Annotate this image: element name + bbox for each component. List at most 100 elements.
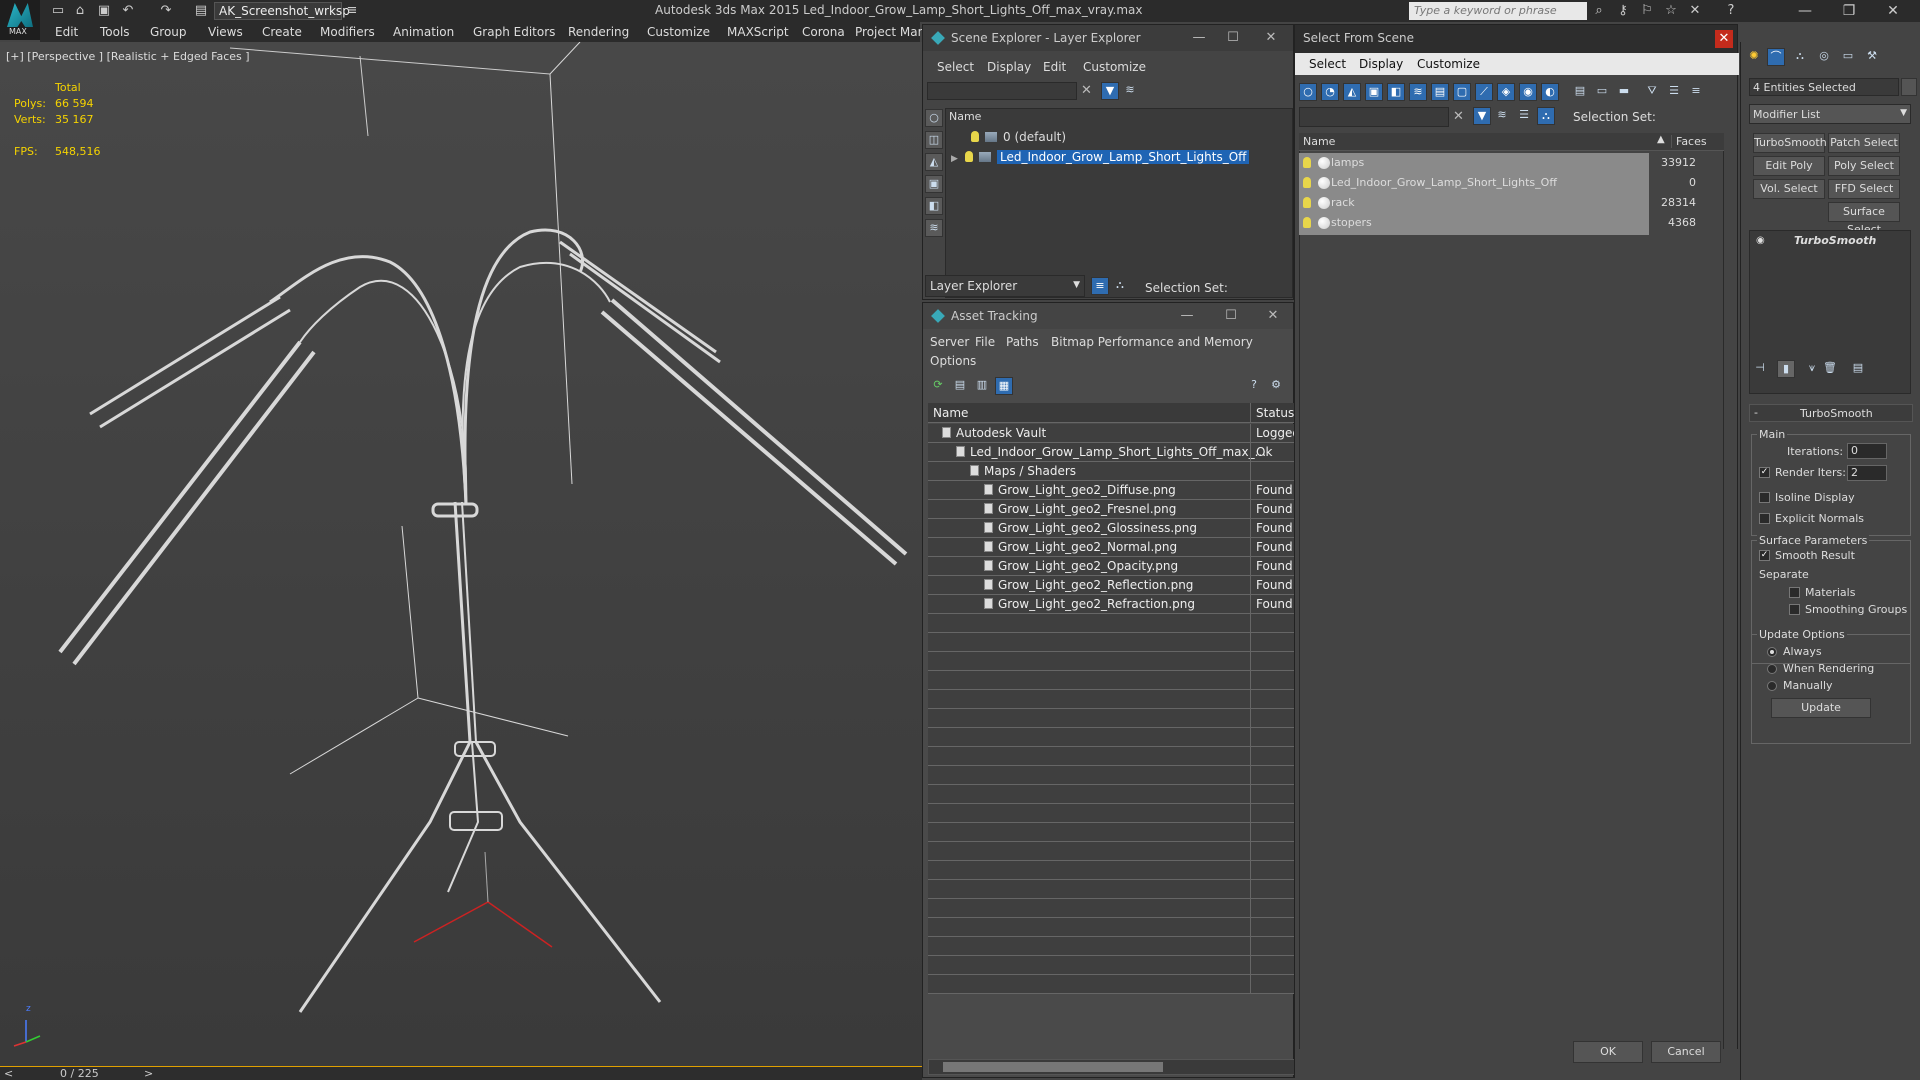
light-bulb-icon[interactable] [971, 131, 979, 142]
sfs-frozen-icon[interactable]: ◉ [1519, 83, 1537, 101]
at-col-status[interactable]: Status [1250, 403, 1294, 423]
motion-tab-icon[interactable]: ◎ [1815, 48, 1833, 66]
at-menu-file[interactable]: File [975, 335, 995, 349]
light-bulb-icon[interactable] [1303, 197, 1311, 208]
binoculars-icon[interactable]: ⌕ [1590, 3, 1608, 19]
menu-tools[interactable]: Tools [100, 25, 130, 39]
sfs-groups-icon[interactable]: ▤ [1431, 83, 1449, 101]
light-bulb-icon[interactable] [965, 151, 973, 162]
se-mode-dropdown[interactable]: Layer Explorer ▼ [925, 275, 1085, 297]
menu-animation[interactable]: Animation [393, 25, 454, 39]
sfs-col-name[interactable]: Name [1303, 135, 1335, 148]
sfs-geometry-icon[interactable]: ○ [1299, 83, 1317, 101]
at-settings-icon[interactable]: ⚙ [1267, 377, 1285, 395]
help-icon[interactable]: ? [1722, 3, 1740, 19]
se-search-input[interactable] [927, 82, 1077, 100]
sfs-containers-icon[interactable]: ◈ [1497, 83, 1515, 101]
at-refresh-icon[interactable]: ⟳ [929, 377, 947, 395]
at-menu-server[interactable]: Server [930, 335, 969, 349]
asset-row[interactable] [928, 861, 1295, 880]
scene-explorer-titlebar[interactable]: Scene Explorer - Layer Explorer — ☐ ✕ [923, 25, 1293, 51]
menu-modifiers[interactable]: Modifiers [320, 25, 375, 39]
materials-checkbox[interactable] [1789, 587, 1800, 598]
configure-sets-icon[interactable]: ▤ [1849, 360, 1867, 378]
modify-tab-icon[interactable]: ⌒ [1767, 48, 1785, 66]
se-layer-tools-icon[interactable]: ≋ [1121, 82, 1139, 100]
edit-poly-button[interactable]: Edit Poly [1753, 156, 1825, 176]
scene-explorer-maximize-icon[interactable]: ☐ [1219, 29, 1247, 47]
asset-row[interactable] [928, 709, 1295, 728]
workspace-menu-icon[interactable]: ≡ [344, 3, 360, 19]
layer-row[interactable]: 0 (default) [945, 128, 1291, 146]
sfs-menu-customize[interactable]: Customize [1417, 57, 1480, 71]
explicit-normals-checkbox[interactable] [1759, 513, 1770, 524]
at-thumbnail-icon[interactable]: ▥ [973, 377, 991, 395]
pin-stack-icon[interactable]: ⊣ [1751, 360, 1769, 378]
asset-tracking-minimize-icon[interactable]: — [1173, 307, 1201, 325]
asset-row[interactable] [928, 899, 1295, 918]
at-menu-bitmap[interactable]: Bitmap Performance and Memory [1051, 335, 1253, 349]
se-hierarchy-icon[interactable]: ⛬ [1111, 277, 1129, 295]
light-bulb-icon[interactable]: ◉ [1756, 235, 1765, 246]
create-tab-icon[interactable]: ✺ [1745, 48, 1763, 66]
se-menu-display[interactable]: Display [987, 60, 1031, 74]
sfs-cancel-button[interactable]: Cancel [1651, 1041, 1721, 1063]
asset-row[interactable]: Grow_Light_geo2_Fresnel.png Found [928, 500, 1295, 519]
viewport-label[interactable]: [+] [Perspective ] [Realistic + Edged Fa… [6, 50, 250, 63]
sfs-xrefs-icon[interactable]: ▢ [1453, 83, 1471, 101]
at-col-name[interactable]: Name [933, 406, 968, 420]
expand-arrow-icon[interactable]: ▶ [951, 150, 965, 168]
asset-row[interactable] [928, 690, 1295, 709]
scene-explorer-close-icon[interactable]: ✕ [1257, 29, 1285, 47]
undo-icon[interactable]: ↶ [120, 3, 136, 19]
asset-row[interactable]: Led_Indoor_Grow_Lamp_Short_Lights_Off_ma… [928, 443, 1295, 462]
se-display-lights-icon[interactable]: ◭ [925, 153, 943, 171]
asset-row[interactable] [928, 842, 1295, 861]
sfs-col-faces[interactable]: Faces [1671, 135, 1707, 148]
se-menu-edit[interactable]: Edit [1043, 60, 1066, 74]
workspace-dropdown[interactable]: AK_Screenshot_wrksp [214, 2, 350, 20]
stack-item-turbosmooth[interactable]: TurboSmooth [1794, 234, 1876, 247]
asset-tracking-close-icon[interactable]: ✕ [1259, 307, 1287, 325]
menu-views[interactable]: Views [208, 25, 243, 39]
asset-row[interactable]: Maps / Shaders [928, 462, 1295, 481]
asset-row[interactable] [928, 766, 1295, 785]
asset-row[interactable] [928, 918, 1295, 937]
open-folder-icon[interactable]: ⌂ [72, 3, 88, 19]
sfs-menu-display[interactable]: Display [1359, 57, 1403, 71]
se-display-cameras-icon[interactable]: ▣ [925, 175, 943, 193]
update-button[interactable]: Update [1771, 698, 1871, 718]
menu-group[interactable]: Group [150, 25, 187, 39]
at-list-icon[interactable]: ▤ [951, 377, 969, 395]
vol-select-button[interactable]: Vol. Select [1753, 179, 1825, 199]
subscription-icon[interactable]: ⚐ [1638, 3, 1656, 19]
exchange-icon[interactable]: ✕ [1686, 3, 1704, 19]
sfs-cameras-icon[interactable]: ▣ [1365, 83, 1383, 101]
se-display-geometry-icon[interactable]: ○ [925, 109, 943, 127]
turbosmooth-rollout-header[interactable]: - TurboSmooth [1749, 404, 1913, 422]
sfs-shapes-icon[interactable]: ◔ [1321, 83, 1339, 101]
utilities-tab-icon[interactable]: ⚒ [1863, 48, 1881, 66]
perspective-viewport[interactable]: [+] [Perspective ] [Realistic + Edged Fa… [0, 42, 922, 1066]
sfs-layers-icon[interactable]: ≋ [1493, 107, 1511, 125]
save-icon[interactable]: ▣ [96, 3, 112, 19]
search-input[interactable]: Type a keyword or phrase [1409, 2, 1587, 20]
sfs-sort-icon[interactable]: ☰ [1665, 83, 1683, 101]
sfs-ok-button[interactable]: OK [1573, 1041, 1643, 1063]
sfs-find-filter-icon[interactable]: ▼ [1473, 107, 1491, 125]
sfs-search-input[interactable] [1299, 107, 1449, 127]
se-menu-customize[interactable]: Customize [1083, 60, 1146, 74]
new-file-icon[interactable]: ▭ [50, 3, 66, 19]
selection-name-field[interactable]: 4 Entities Selected [1749, 78, 1899, 96]
light-bulb-icon[interactable] [1303, 177, 1311, 188]
at-scroll-thumb[interactable] [943, 1062, 1163, 1072]
asset-row[interactable]: Grow_Light_geo2_Normal.png Found [928, 538, 1295, 557]
sfs-close-icon[interactable]: ✕ [1715, 30, 1733, 48]
asset-tracking-titlebar[interactable]: Asset Tracking — ☐ ✕ [923, 303, 1293, 329]
smooth-result-checkbox[interactable]: ✓ [1759, 550, 1770, 561]
scene-object-row[interactable]: lamps 33912 [1299, 153, 1724, 173]
at-help-icon[interactable]: ? [1245, 377, 1263, 395]
scene-object-row[interactable]: rack 28314 [1299, 193, 1724, 213]
scene-object-row[interactable]: stopers 4368 [1299, 213, 1724, 233]
smoothing-groups-checkbox[interactable] [1789, 604, 1800, 615]
